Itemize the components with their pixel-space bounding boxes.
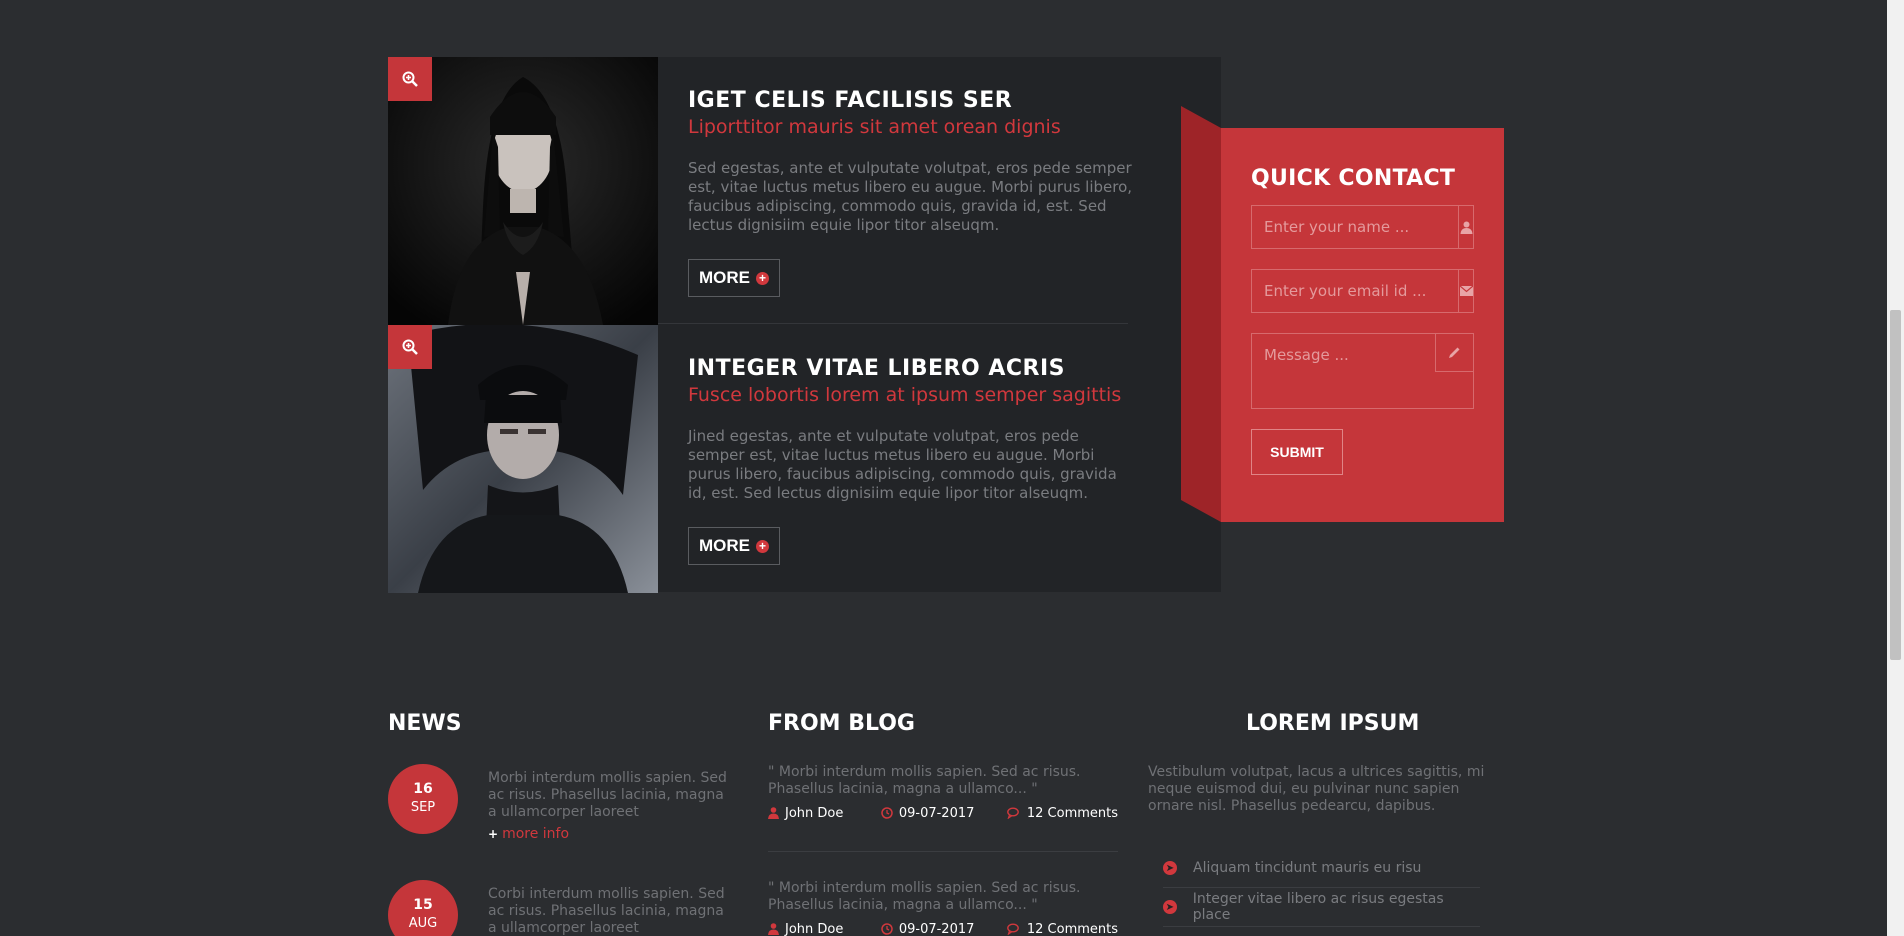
feature-body: IGET CELIS FACILISIS SER Liporttitor mau… bbox=[688, 87, 1138, 297]
feature-text: Sed egestas, ante et vulputate volutpat,… bbox=[688, 159, 1133, 234]
arrow-circle-right-icon: ➤ bbox=[1163, 900, 1177, 914]
more-button-label: MORE bbox=[699, 268, 750, 287]
blog-author-name: John Doe bbox=[785, 805, 844, 821]
blog-comments-count: 12 Comments bbox=[1026, 805, 1118, 821]
email-input[interactable] bbox=[1252, 270, 1458, 312]
list-item-label: Integer vitae libero ac risus egestas pl… bbox=[1192, 891, 1444, 923]
feature-text: Jined egestas, ante et vulputate volutpa… bbox=[688, 427, 1117, 502]
more-info-label: more info bbox=[502, 826, 570, 842]
feature-title: IGET CELIS FACILISIS SER bbox=[688, 88, 1013, 113]
comments-icon bbox=[1006, 923, 1019, 935]
zoom-in-icon[interactable] bbox=[388, 325, 432, 369]
blog-date-value: 09-07-2017 bbox=[898, 921, 975, 936]
feature-title: INTEGER VITAE LIBERO ACRIS bbox=[688, 356, 1065, 381]
date-day: 15 bbox=[413, 897, 433, 913]
zoom-in-icon[interactable] bbox=[388, 57, 432, 101]
user-icon bbox=[1458, 206, 1473, 248]
user-icon bbox=[768, 807, 779, 819]
page-scrollbar[interactable] bbox=[1887, 0, 1904, 936]
plus-circle-icon: + bbox=[756, 539, 769, 553]
more-button[interactable]: MORE + bbox=[688, 259, 780, 297]
feature-photo[interactable] bbox=[388, 325, 658, 593]
date-badge: 16 SEP bbox=[388, 764, 458, 834]
envelope-icon bbox=[1458, 270, 1473, 312]
feature-photo[interactable] bbox=[388, 57, 658, 325]
message-textarea[interactable] bbox=[1252, 334, 1435, 408]
plus-circle-icon: + bbox=[756, 271, 769, 285]
blog-title: FROM BLOG bbox=[768, 711, 915, 736]
news-text: Corbi interdum mollis sapien. Sed ac ris… bbox=[488, 886, 725, 936]
blog-item: " Morbi interdum mollis sapien. Sed ac r… bbox=[768, 880, 1118, 936]
blog-author-name: John Doe bbox=[785, 921, 844, 936]
features-panel: IGET CELIS FACILISIS SER Liporttitor mau… bbox=[388, 57, 1221, 593]
blog-date-value: 09-07-2017 bbox=[898, 805, 975, 821]
blog-item: " Morbi interdum mollis sapien. Sed ac r… bbox=[768, 764, 1118, 852]
name-field-wrapper bbox=[1251, 205, 1474, 249]
blog-date: 09-07-2017 bbox=[881, 806, 1007, 821]
quick-contact-title: QUICK CONTACT bbox=[1251, 166, 1456, 191]
user-icon bbox=[768, 923, 779, 935]
lorem-title: LOREM IPSUM bbox=[1246, 711, 1420, 736]
blog-meta: John Doe 09-07-2017 12 Comments bbox=[768, 804, 1118, 822]
name-input[interactable] bbox=[1252, 206, 1458, 248]
date-month: SEP bbox=[410, 800, 436, 815]
list-item-label: Aliquam tincidunt mauris eu risu bbox=[1193, 860, 1422, 876]
news-text: Morbi interdum mollis sapien. Sed ac ris… bbox=[488, 770, 727, 820]
more-info-link[interactable]: + more info bbox=[488, 826, 569, 842]
scrollbar-thumb[interactable] bbox=[1890, 310, 1901, 660]
blog-excerpt: " Morbi interdum mollis sapien. Sed ac r… bbox=[768, 764, 1081, 797]
lorem-link-list: ➤ Aliquam tincidunt mauris eu risu ➤ Int… bbox=[1163, 849, 1480, 927]
feature-item: IGET CELIS FACILISIS SER Liporttitor mau… bbox=[388, 57, 1221, 325]
feature-subtitle: Fusce lobortis lorem at ipsum semper sag… bbox=[688, 384, 1122, 406]
comments-icon bbox=[1006, 807, 1019, 819]
email-field-wrapper bbox=[1251, 269, 1474, 313]
clock-icon bbox=[881, 807, 893, 819]
blog-comments[interactable]: 12 Comments bbox=[1006, 805, 1118, 821]
more-button[interactable]: MORE + bbox=[688, 527, 780, 565]
list-item[interactable]: ➤ Aliquam tincidunt mauris eu risu bbox=[1163, 849, 1480, 888]
lorem-text: Vestibulum volutpat, lacus a ultrices sa… bbox=[1148, 764, 1485, 814]
arrow-circle-right-icon: ➤ bbox=[1163, 861, 1177, 875]
date-day: 16 bbox=[413, 781, 433, 797]
quick-contact-fold bbox=[1181, 106, 1221, 522]
message-field-wrapper bbox=[1251, 333, 1474, 409]
list-item[interactable]: ➤ Integer vitae libero ac risus egestas … bbox=[1163, 888, 1480, 927]
divider bbox=[768, 851, 1118, 852]
plus-icon: + bbox=[488, 827, 499, 841]
clock-icon bbox=[881, 923, 893, 935]
blog-author[interactable]: John Doe bbox=[768, 922, 881, 936]
divider bbox=[658, 323, 1128, 324]
feature-body: INTEGER VITAE LIBERO ACRIS Fusce loborti… bbox=[688, 355, 1138, 565]
pencil-icon bbox=[1435, 334, 1473, 372]
feature-subtitle: Liporttitor mauris sit amet orean dignis bbox=[688, 116, 1061, 138]
news-title: NEWS bbox=[388, 711, 462, 736]
date-month: AUG bbox=[408, 916, 438, 931]
blog-author[interactable]: John Doe bbox=[768, 806, 881, 821]
blog-excerpt: " Morbi interdum mollis sapien. Sed ac r… bbox=[768, 880, 1081, 913]
more-button-label: MORE bbox=[699, 536, 750, 555]
feature-item: INTEGER VITAE LIBERO ACRIS Fusce loborti… bbox=[388, 325, 1221, 593]
date-badge: 15 AUG bbox=[388, 880, 458, 936]
quick-contact-form: QUICK CONTACT SUBMIT bbox=[1221, 128, 1504, 522]
blog-comments[interactable]: 12 Comments bbox=[1006, 921, 1118, 936]
blog-date: 09-07-2017 bbox=[881, 922, 1007, 936]
blog-meta: John Doe 09-07-2017 12 Comments bbox=[768, 920, 1118, 936]
submit-button[interactable]: SUBMIT bbox=[1251, 429, 1343, 475]
blog-comments-count: 12 Comments bbox=[1026, 921, 1118, 936]
